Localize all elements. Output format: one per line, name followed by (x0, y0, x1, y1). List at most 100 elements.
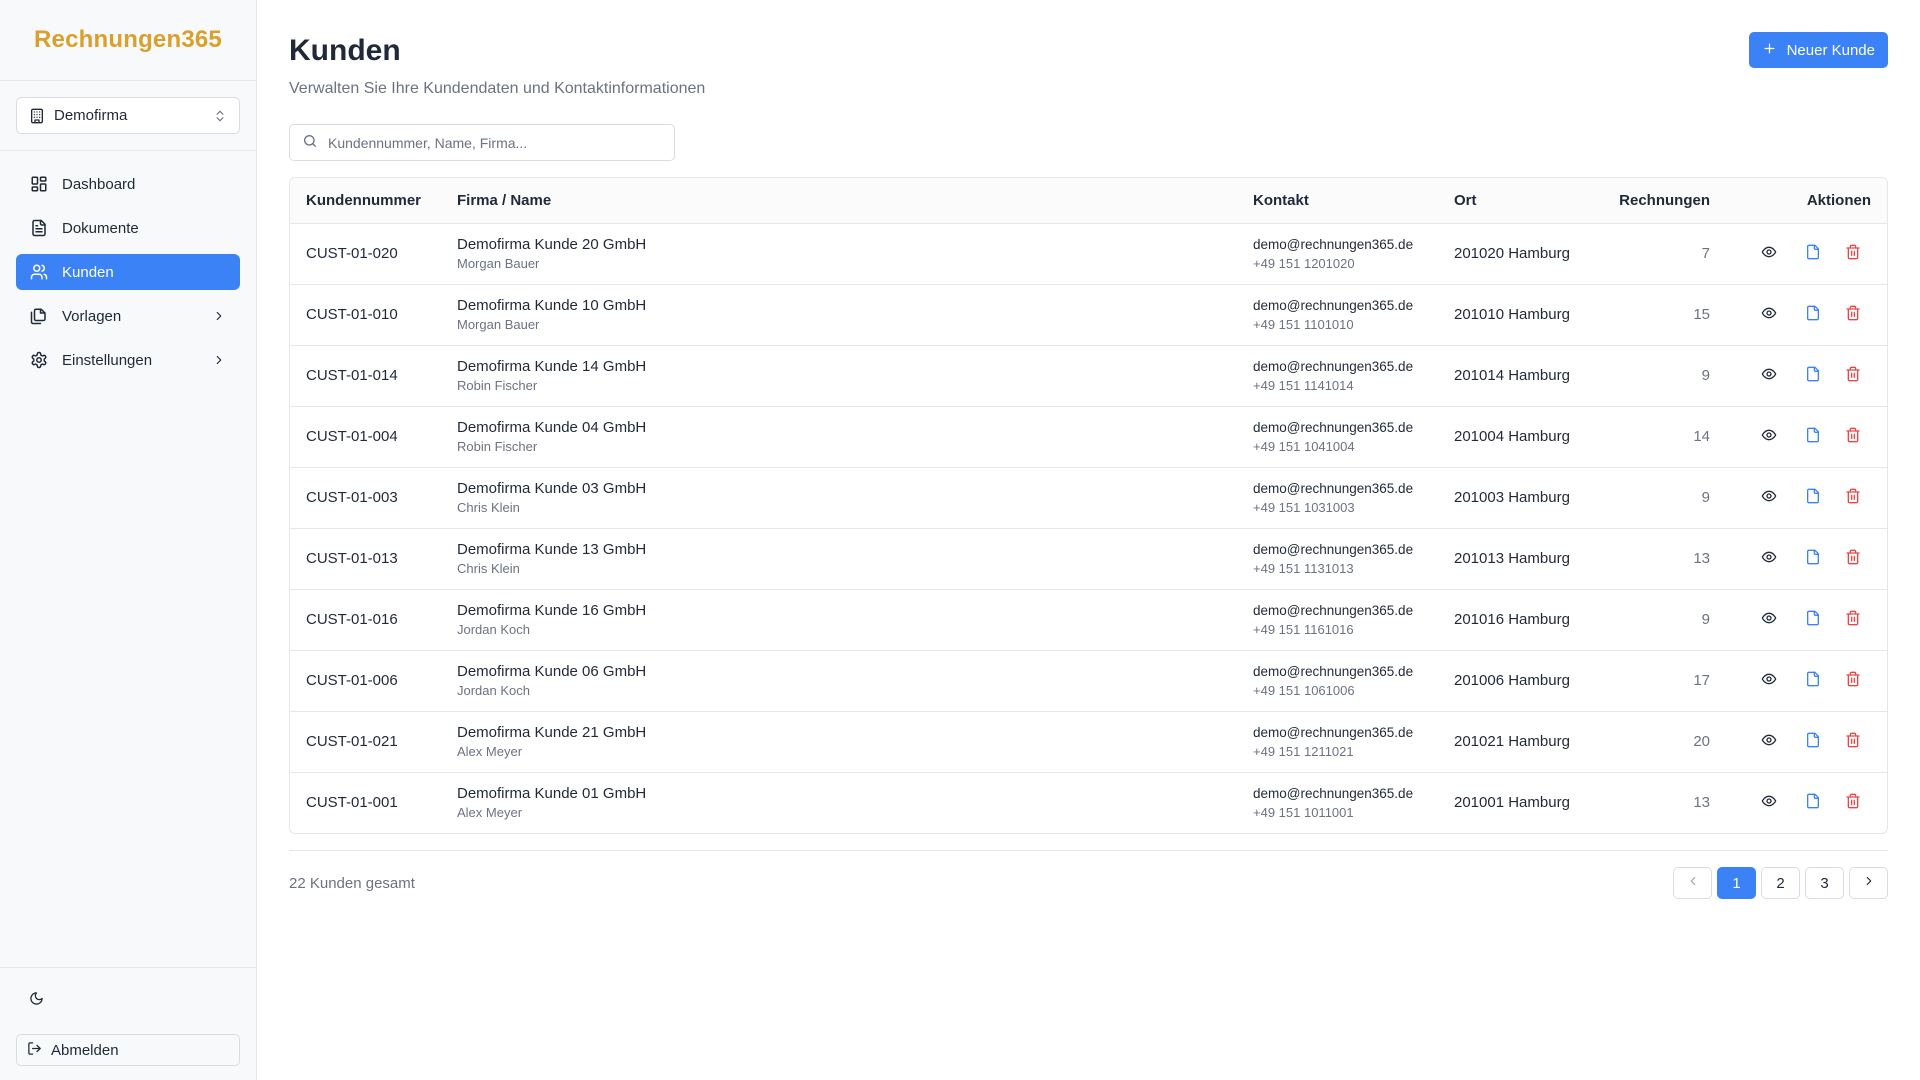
documents-button[interactable] (1791, 545, 1835, 573)
delete-button[interactable] (1835, 728, 1871, 756)
delete-button[interactable] (1835, 606, 1871, 634)
table-row[interactable]: CUST-01-021 Demofirma Kunde 21 GmbH Alex … (290, 711, 1887, 773)
row-actions-group (1742, 362, 1871, 390)
table-row[interactable]: CUST-01-001 Demofirma Kunde 01 GmbH Alex … (290, 772, 1887, 833)
table-row[interactable]: CUST-01-010 Demofirma Kunde 10 GmbH Morga… (290, 284, 1887, 346)
page-button-3[interactable]: 3 (1805, 867, 1844, 899)
customer-firm-cell: Demofirma Kunde 21 GmbH Alex Meyer (441, 711, 1237, 773)
documents-button[interactable] (1791, 240, 1835, 268)
logout-button[interactable]: Abmelden (16, 1034, 240, 1066)
sidebar-item-kunden[interactable]: Kunden (16, 254, 240, 290)
customer-invoice-count: 20 (1588, 711, 1726, 773)
view-button[interactable] (1747, 728, 1791, 756)
table-row[interactable]: CUST-01-014 Demofirma Kunde 14 GmbH Robin… (290, 345, 1887, 407)
customer-firm: Demofirma Kunde 16 GmbH (457, 602, 647, 619)
search-input[interactable] (328, 134, 662, 151)
table-row[interactable]: CUST-01-004 Demofirma Kunde 04 GmbH Robin… (290, 406, 1887, 468)
header-kontakt[interactable]: Kontakt (1237, 178, 1438, 224)
view-button[interactable] (1747, 423, 1791, 451)
customer-city: 201014 Hamburg (1438, 345, 1588, 407)
documents-button[interactable] (1791, 728, 1835, 756)
building-icon (29, 108, 45, 124)
trash-icon (1845, 305, 1861, 325)
documents-button[interactable] (1791, 423, 1835, 451)
file-icon (1805, 671, 1821, 691)
row-actions-group (1742, 545, 1871, 573)
delete-button[interactable] (1835, 423, 1871, 451)
documents-button[interactable] (1791, 667, 1835, 695)
file-icon (1805, 305, 1821, 325)
delete-button[interactable] (1835, 484, 1871, 512)
table-row[interactable]: CUST-01-006 Demofirma Kunde 06 GmbH Jorda… (290, 650, 1887, 712)
view-button[interactable] (1747, 789, 1791, 817)
theme-toggle-button[interactable] (22, 986, 50, 1014)
view-button[interactable] (1747, 362, 1791, 390)
view-button[interactable] (1747, 240, 1791, 268)
trash-icon (1845, 488, 1861, 508)
customer-contact-cell: demo@rechnungen365.de +49 151 1161016 (1237, 589, 1438, 651)
documents-button[interactable] (1791, 606, 1835, 634)
documents-button[interactable] (1791, 301, 1835, 329)
prev-page-button[interactable] (1673, 867, 1712, 899)
table-row[interactable]: CUST-01-016 Demofirma Kunde 16 GmbH Jorda… (290, 589, 1887, 651)
view-button[interactable] (1747, 667, 1791, 695)
customer-invoice-count: 7 (1588, 223, 1726, 285)
delete-button[interactable] (1835, 667, 1871, 695)
eye-icon (1761, 732, 1777, 752)
brand-logo[interactable]: Rechnungen365 (0, 0, 256, 81)
documents-button[interactable] (1791, 362, 1835, 390)
delete-button[interactable] (1835, 362, 1871, 390)
delete-button[interactable] (1835, 789, 1871, 817)
table-row[interactable]: CUST-01-020 Demofirma Kunde 20 GmbH Morga… (290, 223, 1887, 285)
search-box (289, 124, 675, 161)
table-row[interactable]: CUST-01-003 Demofirma Kunde 03 GmbH Chris… (290, 467, 1887, 529)
trash-icon (1845, 244, 1861, 264)
table-row[interactable]: CUST-01-013 Demofirma Kunde 13 GmbH Chris… (290, 528, 1887, 590)
eye-icon (1761, 488, 1777, 508)
customer-number: CUST-01-004 (290, 406, 441, 468)
moon-icon (29, 991, 44, 1010)
main-content: Kunden Verwalten Sie Ihre Kundendaten un… (257, 0, 1920, 1080)
customer-phone: +49 151 1211021 (1253, 743, 1354, 759)
documents-button[interactable] (1791, 789, 1835, 817)
header-firma-name[interactable]: Firma / Name (441, 178, 1237, 224)
customer-city: 201013 Hamburg (1438, 528, 1588, 590)
header-rechnungen[interactable]: Rechnungen (1588, 178, 1726, 224)
new-customer-button[interactable]: Neuer Kunde (1748, 32, 1888, 68)
page-button-1[interactable]: 1 (1717, 867, 1756, 899)
customer-name: Chris Klein (457, 561, 520, 576)
view-button[interactable] (1747, 301, 1791, 329)
customer-number: CUST-01-020 (290, 223, 441, 285)
header-ort[interactable]: Ort (1438, 178, 1588, 224)
delete-button[interactable] (1835, 545, 1871, 573)
row-actions (1726, 528, 1887, 590)
trash-icon (1845, 427, 1861, 447)
view-button[interactable] (1747, 545, 1791, 573)
documents-button[interactable] (1791, 484, 1835, 512)
view-button[interactable] (1747, 606, 1791, 634)
delete-button[interactable] (1835, 240, 1871, 268)
customer-number: CUST-01-003 (290, 467, 441, 529)
sidebar-item-dokumente[interactable]: Dokumente (16, 210, 240, 246)
delete-button[interactable] (1835, 301, 1871, 329)
customer-city: 201020 Hamburg (1438, 223, 1588, 285)
header-kundennummer[interactable]: Kundennummer (290, 178, 441, 224)
sidebar-item-dashboard[interactable]: Dashboard (16, 166, 240, 202)
eye-icon (1761, 793, 1777, 813)
table-header: Kundennummer Firma / Name Kontakt Ort Re… (290, 178, 1887, 224)
sidebar-item-vorlagen[interactable]: Vorlagen (16, 298, 240, 334)
sidebar-item-einstellungen[interactable]: Einstellungen (16, 342, 240, 378)
page-button-2[interactable]: 2 (1761, 867, 1800, 899)
customer-contact-cell: demo@rechnungen365.de +49 151 1041004 (1237, 406, 1438, 468)
company-select[interactable]: Demofirma (16, 97, 240, 134)
view-button[interactable] (1747, 484, 1791, 512)
customer-number: CUST-01-006 (290, 650, 441, 712)
trash-icon (1845, 732, 1861, 752)
chevron-right-icon (212, 353, 226, 367)
next-page-button[interactable] (1849, 867, 1888, 899)
file-icon (1805, 244, 1821, 264)
sidebar-nav: Dashboard Dokumente Kunden Vorlagen Eins… (0, 151, 256, 393)
customer-city: 201003 Hamburg (1438, 467, 1588, 529)
customer-firm-cell: Demofirma Kunde 13 GmbH Chris Klein (441, 528, 1237, 590)
table-footer: 22 Kunden gesamt 1 2 3 (289, 850, 1888, 899)
